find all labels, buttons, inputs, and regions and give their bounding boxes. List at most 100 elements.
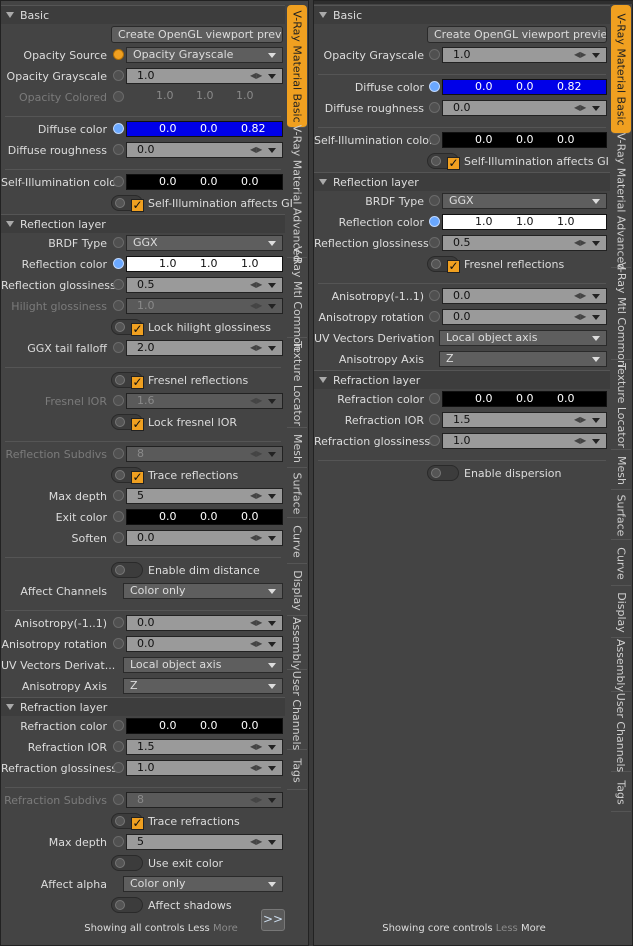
section-header-refraction-layer[interactable]: Refraction layer <box>1 697 285 716</box>
animate-circle-icon[interactable] <box>429 81 440 92</box>
animate-circle-icon[interactable] <box>113 49 124 60</box>
animate-circle-icon[interactable] <box>113 123 124 134</box>
animate-circle-icon[interactable] <box>113 237 124 248</box>
refraction-ior-field[interactable]: 1.5 ◀▶ <box>126 739 283 755</box>
animate-circle-icon[interactable] <box>113 490 124 501</box>
tab-v-ray-mtl-common[interactable]: V-Ray Mtl Common <box>611 262 631 366</box>
animate-circle-icon[interactable] <box>113 258 124 269</box>
reflection-color-swatch[interactable]: 1.0 1.0 1.0 <box>126 256 283 272</box>
trace-reflections-toggle[interactable]: ✓ <box>111 467 144 484</box>
diffuse-color-swatch[interactable]: 0.0 0.0 0.82 <box>442 79 607 95</box>
exit-color-swatch[interactable]: 0.0 0.0 0.0 <box>126 509 283 525</box>
dropdown-arrow-icon[interactable] <box>590 48 602 62</box>
tab-surface[interactable]: Surface <box>287 469 307 518</box>
opacity-source-select[interactable]: Opacity Grayscale <box>126 47 283 63</box>
dropdown-arrow-icon[interactable] <box>266 236 278 250</box>
ggx-tail-falloff-field[interactable]: 2.0 ◀▶ <box>126 340 283 356</box>
tab-v-ray-material-basic[interactable]: V-Ray Material Basic <box>611 5 631 134</box>
dropdown-arrow-icon[interactable] <box>266 143 278 157</box>
spinner-icon[interactable]: ◀▶ <box>250 279 262 291</box>
lock-hilight-glossiness-toggle[interactable]: ✓ <box>111 319 144 336</box>
tab-v-ray-material-basic[interactable]: V-Ray Material Basic <box>287 5 307 128</box>
animate-circle-icon[interactable] <box>113 176 124 187</box>
self-illumination-color-swatch[interactable]: 0.0 0.0 0.0 <box>442 132 607 148</box>
self-illumination-color-swatch[interactable]: 0.0 0.0 0.0 <box>126 174 283 190</box>
animate-circle-icon[interactable] <box>429 237 440 248</box>
animate-circle-icon[interactable] <box>113 511 124 522</box>
expand-button[interactable]: >> <box>261 909 285 931</box>
spinner-icon[interactable]: ◀▶ <box>574 49 586 61</box>
tab-assembly[interactable]: Assembly <box>611 638 631 692</box>
anisotropy-1-1-field[interactable]: 0.0 ◀▶ <box>442 288 607 304</box>
collapse-triangle-icon[interactable] <box>6 221 14 227</box>
dropdown-arrow-icon[interactable] <box>266 835 278 849</box>
collapse-triangle-icon[interactable] <box>319 377 327 383</box>
opacity-grayscale-field[interactable]: 1.0 ◀▶ <box>126 68 283 84</box>
more-link[interactable]: More <box>213 923 238 934</box>
dropdown-arrow-icon[interactable] <box>590 194 602 208</box>
uv-vectors-derivation-select[interactable]: Local object axis <box>439 330 607 346</box>
create-opengl-preview-button[interactable]: Create OpenGL viewport previe ... <box>111 26 283 43</box>
animate-circle-icon[interactable] <box>113 617 124 628</box>
section-header-reflection-layer[interactable]: Reflection layer <box>314 172 610 191</box>
refraction-color-swatch[interactable]: 0.0 0.0 0.0 <box>442 391 607 407</box>
dropdown-arrow-icon[interactable] <box>590 352 602 366</box>
spinner-icon[interactable]: ◀▶ <box>574 414 586 426</box>
spinner-icon[interactable]: ◀▶ <box>250 532 262 544</box>
collapse-triangle-icon[interactable] <box>319 179 327 185</box>
spinner-icon[interactable]: ◀▶ <box>250 617 262 629</box>
self-illumination-affects-gi-toggle[interactable]: ✓ <box>427 153 460 170</box>
opacity-grayscale-field[interactable]: 1.0 ◀▶ <box>442 47 607 63</box>
animate-circle-icon[interactable] <box>429 414 440 425</box>
animate-circle-icon[interactable] <box>113 300 124 311</box>
spinner-icon[interactable]: ◀▶ <box>250 342 262 354</box>
dropdown-arrow-icon[interactable] <box>266 740 278 754</box>
refraction-color-swatch[interactable]: 0.0 0.0 0.0 <box>126 718 283 734</box>
max-depth-field[interactable]: 5 ◀▶ <box>126 834 283 850</box>
spinner-icon[interactable]: ◀▶ <box>574 435 586 447</box>
spinner-icon[interactable]: ◀▶ <box>250 836 262 848</box>
dropdown-arrow-icon[interactable] <box>266 531 278 545</box>
animate-circle-icon[interactable] <box>429 216 440 227</box>
tab-tags[interactable]: Tags <box>611 773 631 812</box>
dropdown-arrow-icon[interactable] <box>590 310 602 324</box>
dropdown-arrow-icon[interactable] <box>266 584 278 598</box>
animate-circle-icon[interactable] <box>113 532 124 543</box>
animate-circle-icon[interactable] <box>113 395 124 406</box>
affect-channels-select[interactable]: Color only <box>123 583 283 599</box>
spinner-icon[interactable]: ◀▶ <box>250 448 262 460</box>
animate-circle-icon[interactable] <box>113 638 124 649</box>
dropdown-arrow-icon[interactable] <box>266 278 278 292</box>
collapse-triangle-icon[interactable] <box>6 704 14 710</box>
tab-v-ray-material-advanced[interactable]: V-Ray Material Advanced <box>287 124 307 262</box>
brdf-type-select[interactable]: GGX <box>442 193 607 209</box>
animate-circle-icon[interactable] <box>429 311 440 322</box>
collapse-triangle-icon[interactable] <box>319 12 327 18</box>
lock-fresnel-ior-toggle[interactable]: ✓ <box>111 414 144 431</box>
dropdown-arrow-icon[interactable] <box>266 877 278 891</box>
dropdown-arrow-icon[interactable] <box>266 679 278 693</box>
less-link[interactable]: Less <box>496 923 518 934</box>
affect-alpha-select[interactable]: Color only <box>123 876 283 892</box>
trace-refractions-toggle[interactable]: ✓ <box>111 813 144 830</box>
animate-circle-icon[interactable] <box>113 794 124 805</box>
dropdown-arrow-icon[interactable] <box>266 793 278 807</box>
tab-display[interactable]: Display <box>611 587 631 638</box>
dropdown-arrow-icon[interactable] <box>590 434 602 448</box>
animate-circle-icon[interactable] <box>113 836 124 847</box>
anisotropy-rotation-field[interactable]: 0.0 ◀▶ <box>442 309 607 325</box>
tab-surface[interactable]: Surface <box>611 491 631 540</box>
spinner-icon[interactable]: ◀▶ <box>574 237 586 249</box>
opacity-colored-field[interactable]: 1.0 1.0 1.0 <box>126 89 283 105</box>
brdf-type-select[interactable]: GGX <box>126 235 283 251</box>
reflection-glossiness-field[interactable]: 0.5 ◀▶ <box>442 235 607 251</box>
anisotropy-rotation-field[interactable]: 0.0 ◀▶ <box>126 636 283 652</box>
dropdown-arrow-icon[interactable] <box>266 489 278 503</box>
section-header-reflection-layer[interactable]: Reflection layer <box>1 214 285 233</box>
fresnel-ior-field[interactable]: 1.6 ◀▶ <box>126 393 283 409</box>
dropdown-arrow-icon[interactable] <box>266 69 278 83</box>
soften-field[interactable]: 0.0 ◀▶ <box>126 530 283 546</box>
animate-circle-icon[interactable] <box>113 91 124 102</box>
tab-user-channels[interactable]: User Channels <box>287 670 307 750</box>
tab-tags[interactable]: Tags <box>287 751 307 790</box>
